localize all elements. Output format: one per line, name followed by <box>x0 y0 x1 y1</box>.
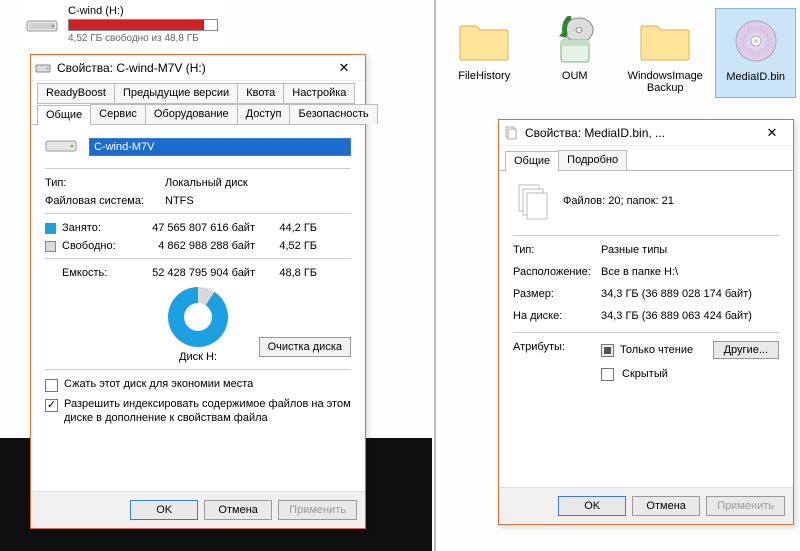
index-checkbox[interactable] <box>45 399 58 412</box>
tabs: Общие Подробно <box>499 146 793 171</box>
type-value: Разные типы <box>601 244 667 256</box>
folder-icon <box>446 12 522 68</box>
location-value: Все в папке H:\ <box>601 266 678 278</box>
size-label: Размер: <box>513 288 601 300</box>
tab-customize[interactable]: Настройка <box>283 83 355 104</box>
type-label: Тип: <box>513 244 601 256</box>
used-color-swatch <box>45 223 56 234</box>
drive-usage-bar <box>68 19 218 31</box>
ondisk-label: На диске: <box>513 310 601 322</box>
ondisk-value: 34,3 ГБ (36 889 063 424 байт) <box>601 310 752 322</box>
capacity-bytes: 52 428 795 904 байт <box>147 267 267 279</box>
hidden-checkbox[interactable] <box>601 368 614 381</box>
readonly-label: Только чтение <box>620 344 693 356</box>
summary-text: Файлов: 20; папок: 21 <box>563 195 674 207</box>
apply-button[interactable]: Применить <box>706 496 785 516</box>
location-label: Расположение: <box>513 266 601 278</box>
hdd-icon <box>45 135 79 158</box>
disk-caption: Диск H: <box>179 351 217 363</box>
tabs: ReadyBoost Предыдущие версии Квота Настр… <box>31 81 365 125</box>
disc-icon <box>718 13 793 69</box>
item-label: WindowsImageBackup <box>627 70 703 94</box>
index-label: Разрешить индексировать содержимое файло… <box>64 398 351 426</box>
drive-card[interactable]: C-wind (H:) 4,52 ГБ свободно из 48,8 ГБ <box>20 1 225 48</box>
drive-name: C-wind (H:) <box>68 5 221 17</box>
dialog-title: Свойства: C-wind-M7V (H:) <box>57 61 321 75</box>
tab-tools[interactable]: Сервис <box>90 104 146 124</box>
compress-label: Сжать этот диск для экономии места <box>64 378 253 392</box>
item-oum[interactable]: OUM <box>534 8 614 98</box>
disk-cleanup-button[interactable]: Очистка диска <box>259 337 351 357</box>
compress-checkbox[interactable] <box>45 379 58 392</box>
drive-properties-dialog: Свойства: C-wind-M7V (H:) ✕ ReadyBoost П… <box>30 54 366 529</box>
dialog-title: Свойства: MediaID.bin, ... <box>525 126 749 140</box>
used-bytes: 47 565 807 616 байт <box>147 222 267 234</box>
tab-sharing[interactable]: Доступ <box>237 104 291 124</box>
hidden-label: Скрытый <box>622 368 668 380</box>
volume-name-input[interactable] <box>89 138 351 156</box>
cd-drive-icon <box>536 12 612 68</box>
cancel-button[interactable]: Отмена <box>632 496 700 516</box>
item-label: OUM <box>536 70 612 82</box>
drive-free-text: 4,52 ГБ свободно из 48,8 ГБ <box>68 33 221 44</box>
file-mediaid-bin[interactable]: MediaID.bin <box>715 8 796 98</box>
used-label: Занято: <box>62 222 147 234</box>
fs-label: Файловая система: <box>45 195 165 207</box>
used-gb: 44,2 ГБ <box>267 222 317 234</box>
close-button[interactable]: ✕ <box>327 60 361 76</box>
apply-button[interactable]: Применить <box>278 500 357 520</box>
fs-value: NTFS <box>165 195 351 207</box>
ok-button[interactable]: OK <box>558 496 626 516</box>
usage-pie-chart <box>168 287 228 347</box>
attributes-label: Атрибуты: <box>513 341 601 353</box>
tab-quota[interactable]: Квота <box>237 83 284 104</box>
tab-readyboost[interactable]: ReadyBoost <box>37 83 115 104</box>
layout-divider <box>434 0 436 551</box>
cancel-button[interactable]: Отмена <box>204 500 272 520</box>
free-bytes: 4 862 988 288 байт <box>147 240 267 252</box>
tab-security[interactable]: Безопасность <box>289 104 377 124</box>
capacity-gb: 48,8 ГБ <box>267 267 317 279</box>
ok-button[interactable]: OK <box>130 500 198 520</box>
hdd-icon <box>24 13 60 37</box>
free-color-swatch <box>45 241 56 252</box>
readonly-checkbox[interactable] <box>601 344 614 357</box>
files-icon <box>503 125 519 141</box>
folder-windowsimagebackup[interactable]: WindowsImageBackup <box>625 8 705 98</box>
folder-icon <box>627 12 703 68</box>
size-value: 34,3 ГБ (36 889 028 174 байт) <box>601 288 752 300</box>
explorer-items: FileHistory OUM WindowsImageBackup Media… <box>444 8 796 98</box>
capacity-label: Емкость: <box>62 267 147 279</box>
other-attributes-button[interactable]: Другие... <box>713 341 779 359</box>
tab-previous-versions[interactable]: Предыдущие версии <box>114 83 238 104</box>
hdd-icon <box>35 60 51 76</box>
close-button[interactable]: ✕ <box>755 125 789 141</box>
tab-general[interactable]: Общие <box>505 151 559 171</box>
multi-file-properties-dialog: Свойства: MediaID.bin, ... ✕ Общие Подро… <box>498 119 794 525</box>
type-label: Тип: <box>45 177 165 189</box>
item-label: MediaID.bin <box>718 71 793 83</box>
type-value: Локальный диск <box>165 177 351 189</box>
tab-hardware[interactable]: Оборудование <box>145 104 238 124</box>
tab-general[interactable]: Общие <box>37 105 91 125</box>
item-label: FileHistory <box>446 70 522 82</box>
folder-filehistory[interactable]: FileHistory <box>444 8 524 98</box>
free-label: Свободно: <box>62 240 147 252</box>
tab-details[interactable]: Подробно <box>558 150 627 170</box>
free-gb: 4,52 ГБ <box>267 240 317 252</box>
files-stack-icon <box>513 181 553 221</box>
